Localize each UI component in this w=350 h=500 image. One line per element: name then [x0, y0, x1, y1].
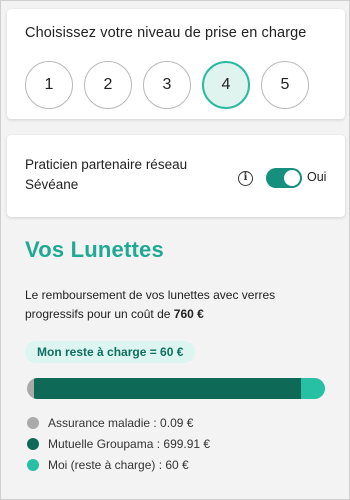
- level-button-5[interactable]: 5: [261, 61, 309, 109]
- bar-segment-2: [34, 378, 302, 399]
- level-button-3[interactable]: 3: [143, 61, 191, 109]
- cost-value: 760 €: [173, 307, 204, 321]
- legend-item: Moi (reste à charge) : 60 €: [27, 454, 210, 475]
- coverage-level-title: Choisissez votre niveau de prise en char…: [25, 25, 307, 41]
- partner-network-card: Praticien partenaire réseau Sévéane i Ou…: [7, 135, 345, 217]
- coverage-level-selector: 1 2 3 4 5: [25, 61, 309, 109]
- legend-dot: [27, 416, 39, 429]
- app-frame: Choisissez votre niveau de prise en char…: [0, 0, 350, 500]
- bar-segment-1: [27, 378, 34, 399]
- level-button-2[interactable]: 2: [84, 61, 132, 109]
- reste-a-charge-badge: Mon reste à charge = 60 €: [25, 341, 196, 363]
- reimbursement-description: Le remboursement de vos lunettes avec ve…: [25, 286, 325, 324]
- legend-item: Mutuelle Groupama : 699.91 €: [27, 433, 210, 454]
- reimbursement-bar: [27, 378, 325, 399]
- section-title: Vos Lunettes: [25, 237, 164, 262]
- toggle-label: Oui: [307, 170, 327, 184]
- partner-toggle[interactable]: [266, 168, 302, 188]
- legend-label: Assurance maladie : 0.09 €: [48, 415, 194, 430]
- legend-item: Assurance maladie : 0.09 €: [27, 412, 210, 433]
- legend-dot: [27, 458, 39, 471]
- level-button-4[interactable]: 4: [202, 61, 250, 109]
- partner-network-label: Praticien partenaire réseau Sévéane: [25, 157, 188, 192]
- legend-label: Moi (reste à charge) : 60 €: [48, 457, 189, 472]
- coverage-level-card: Choisissez votre niveau de prise en char…: [7, 9, 345, 119]
- toggle-knob: [284, 170, 300, 186]
- level-button-1[interactable]: 1: [25, 61, 73, 109]
- description-text: Le remboursement de vos lunettes avec ve…: [25, 288, 276, 321]
- bar-segment-3: [301, 378, 325, 399]
- info-icon[interactable]: i: [238, 171, 253, 186]
- reimbursement-legend: Assurance maladie : 0.09 € Mutuelle Group…: [27, 412, 210, 475]
- legend-dot: [27, 437, 39, 450]
- legend-label: Mutuelle Groupama : 699.91 €: [48, 436, 211, 451]
